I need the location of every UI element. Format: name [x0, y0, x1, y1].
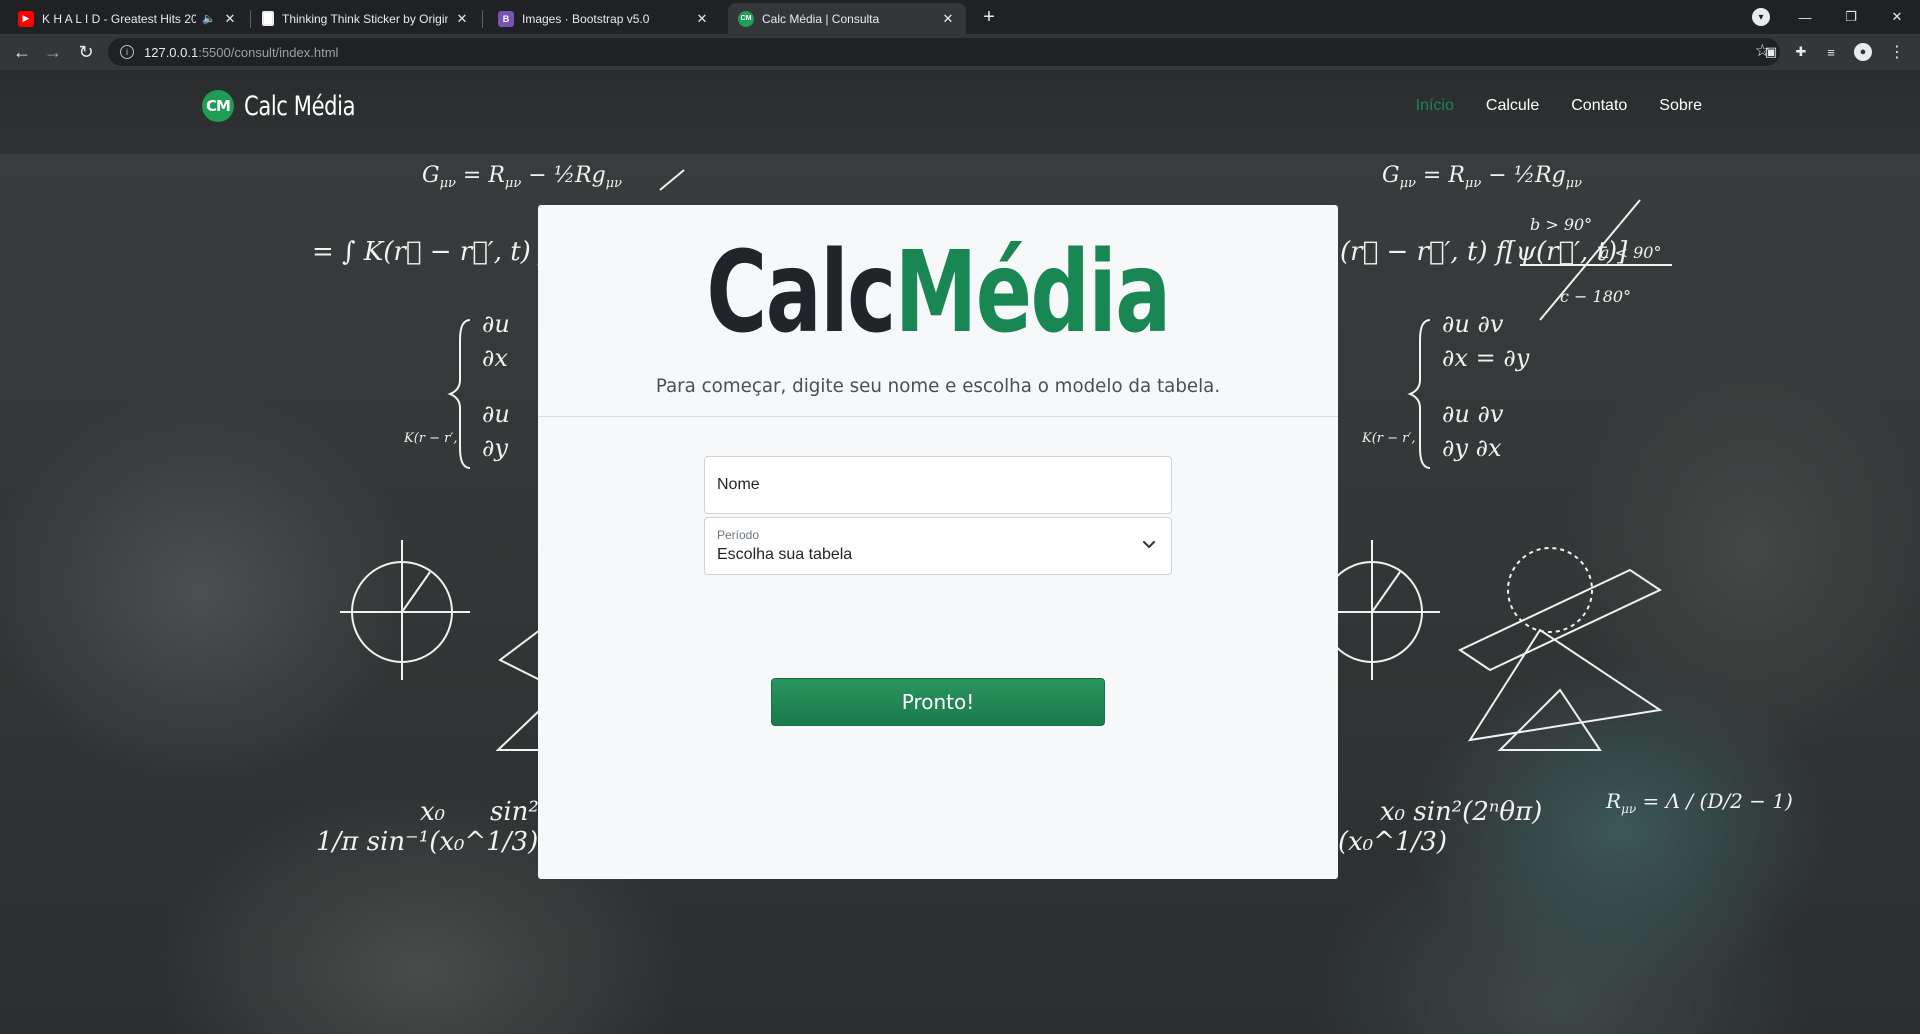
browser-tab-sticker[interactable]: Thinking Think Sticker by Origina ✕: [252, 3, 480, 34]
close-window-icon[interactable]: ✕: [1874, 0, 1920, 34]
radius-line: [401, 571, 431, 613]
card-subtitle: Para começar, digite seu nome e escolha …: [655, 375, 1221, 397]
formula-text: sin²: [490, 797, 539, 827]
logo-calc-text: Calc: [706, 228, 896, 358]
formula-text: Gμν = Rμν − ½Rgμν: [1382, 163, 1582, 191]
extension-icon[interactable]: ▣: [1762, 43, 1780, 61]
period-select[interactable]: Período Escolha sua tabela: [704, 517, 1172, 575]
media-queue-icon[interactable]: ≡: [1822, 43, 1840, 61]
formula-text: ∂y: [482, 434, 508, 462]
bootstrap-icon: B: [498, 10, 514, 27]
nav-links: Início Calcule Contato Sobre: [1384, 97, 1702, 115]
url-host: 127.0.0.1: [144, 44, 199, 60]
formula-text: (x₀^1/3): [1338, 827, 1447, 857]
formula-text: ∂u ∂v: [1442, 400, 1504, 428]
plane-shape: [1457, 568, 1663, 672]
tab-title: Calc Média | Consulta: [762, 11, 880, 26]
restore-icon[interactable]: ❐: [1828, 0, 1874, 34]
period-selected-value: Escolha sua tabela: [717, 546, 853, 563]
tab-search-icon[interactable]: ▾: [1752, 8, 1770, 26]
tab-title: Images · Bootstrap v5.0: [522, 11, 650, 26]
nav-link-sobre[interactable]: Sobre: [1659, 97, 1702, 115]
menu-kebab-icon[interactable]: ⋮: [1888, 43, 1906, 61]
browser-tab-youtube[interactable]: ▶ K H A L I D - Greatest Hits 20 🔈 ✕: [8, 3, 248, 34]
tab-title: Thinking Think Sticker by Origina: [282, 11, 448, 26]
name-input[interactable]: [705, 457, 1171, 513]
calcmedia-logo-heading: CalcMédia: [538, 237, 1338, 349]
browser-tab-bootstrap[interactable]: B Images · Bootstrap v5.0 ✕: [488, 3, 720, 34]
formula-text: ∂x: [482, 344, 508, 372]
formula-text: K(r − r′,: [403, 431, 457, 446]
nav-link-inicio[interactable]: Início: [1416, 97, 1454, 115]
formula-text: Rμν = Λ / (D/2 − 1): [1605, 789, 1793, 816]
formula-text: x₀: [420, 797, 446, 827]
angle-line: [659, 169, 685, 191]
triangle-shape: [1467, 628, 1663, 742]
consult-card: CalcMédia Para começar, digite seu nome …: [538, 205, 1338, 879]
close-tab-icon[interactable]: ✕: [694, 11, 710, 27]
triangle-shape: [498, 628, 541, 682]
cm-icon: CM: [738, 10, 754, 27]
card-header: CalcMédia Para começar, digite seu nome …: [538, 205, 1338, 417]
tab-separator: [482, 10, 483, 28]
address-bar[interactable]: i 127.0.0.1:5500/consult/index.html ☆: [108, 38, 1780, 66]
site-navbar: CM Calc Média Início Calcule Contato Sob…: [0, 70, 1920, 154]
profile-avatar-icon[interactable]: ●: [1854, 43, 1872, 61]
period-label: Período: [717, 528, 760, 542]
submit-button[interactable]: Pronto!: [771, 678, 1105, 726]
speaker-icon[interactable]: 🔈: [202, 12, 216, 25]
chevron-down-icon: [1143, 541, 1155, 548]
formula-text: 1/π sin⁻¹(x₀^1/3): [316, 827, 538, 857]
close-tab-icon[interactable]: ✕: [222, 11, 238, 27]
formula-text: x₀ sin²(2ⁿθπ): [1380, 797, 1542, 827]
formula-text: K(r − r′,: [1361, 431, 1415, 446]
formula-text: ∂u: [482, 310, 510, 338]
logo-media-text: Média: [894, 228, 1171, 358]
new-tab-button[interactable]: +: [976, 5, 1002, 31]
formula-text: ∂u: [482, 400, 510, 428]
site-info-icon[interactable]: i: [120, 45, 134, 59]
formula-text: (r⃗ − r⃗′, t) f[ψ(r⃗′, t)]: [1340, 237, 1628, 267]
cm-logo-badge: CM: [202, 90, 234, 122]
reload-icon[interactable]: ↻: [74, 40, 98, 64]
formula-text: ∂y ∂x: [1442, 434, 1502, 462]
tab-separator: [250, 10, 251, 28]
nav-link-contato[interactable]: Contato: [1571, 97, 1627, 115]
formula-text: ∂u ∂v: [1442, 310, 1504, 338]
nav-link-calcule[interactable]: Calcule: [1486, 97, 1539, 115]
youtube-icon: ▶: [18, 10, 34, 27]
radius-line: [1371, 571, 1401, 613]
brand-logo-link[interactable]: CM Calc Média: [202, 90, 386, 122]
forward-arrow-icon[interactable]: →: [41, 40, 65, 64]
tab-title: K H A L I D - Greatest Hits 20: [42, 11, 197, 26]
dashed-circle-shape: [1507, 547, 1593, 633]
page-viewport: Gμν = Rμν − ½Rgμν = ∫ K(r⃗ − r⃗′, t) f[ψ…: [0, 70, 1920, 1034]
name-field[interactable]: [704, 456, 1172, 514]
formula-text: b > 90°: [1530, 215, 1592, 234]
formula-text: a < 90°: [1600, 243, 1661, 262]
close-tab-icon[interactable]: ✕: [940, 11, 956, 27]
minimize-icon[interactable]: —: [1782, 0, 1828, 34]
back-arrow-icon[interactable]: ←: [10, 40, 34, 64]
triangle-shape: [495, 707, 541, 751]
puzzle-extensions-icon[interactable]: ✚: [1792, 43, 1810, 61]
document-icon: [262, 11, 274, 26]
formula-text: c − 180°: [1560, 287, 1631, 306]
url-text: 127.0.0.1:5500/consult/index.html: [144, 45, 338, 60]
url-path: :5500/consult/index.html: [198, 44, 339, 60]
close-tab-icon[interactable]: ✕: [454, 11, 470, 27]
browser-tab-calcmedia[interactable]: CM Calc Média | Consulta ✕: [728, 3, 966, 34]
formula-text: ∂x = ∂y: [1442, 344, 1530, 372]
brand-name: Calc Média: [244, 90, 356, 122]
triangle-shape: [1497, 688, 1602, 751]
browser-tab-strip: ▶ K H A L I D - Greatest Hits 20 🔈 ✕ Thi…: [0, 0, 1920, 34]
browser-toolbar: ← → ↻ i 127.0.0.1:5500/consult/index.htm…: [0, 34, 1920, 70]
formula-text: Gμν = Rμν − ½Rgμν: [422, 163, 622, 191]
